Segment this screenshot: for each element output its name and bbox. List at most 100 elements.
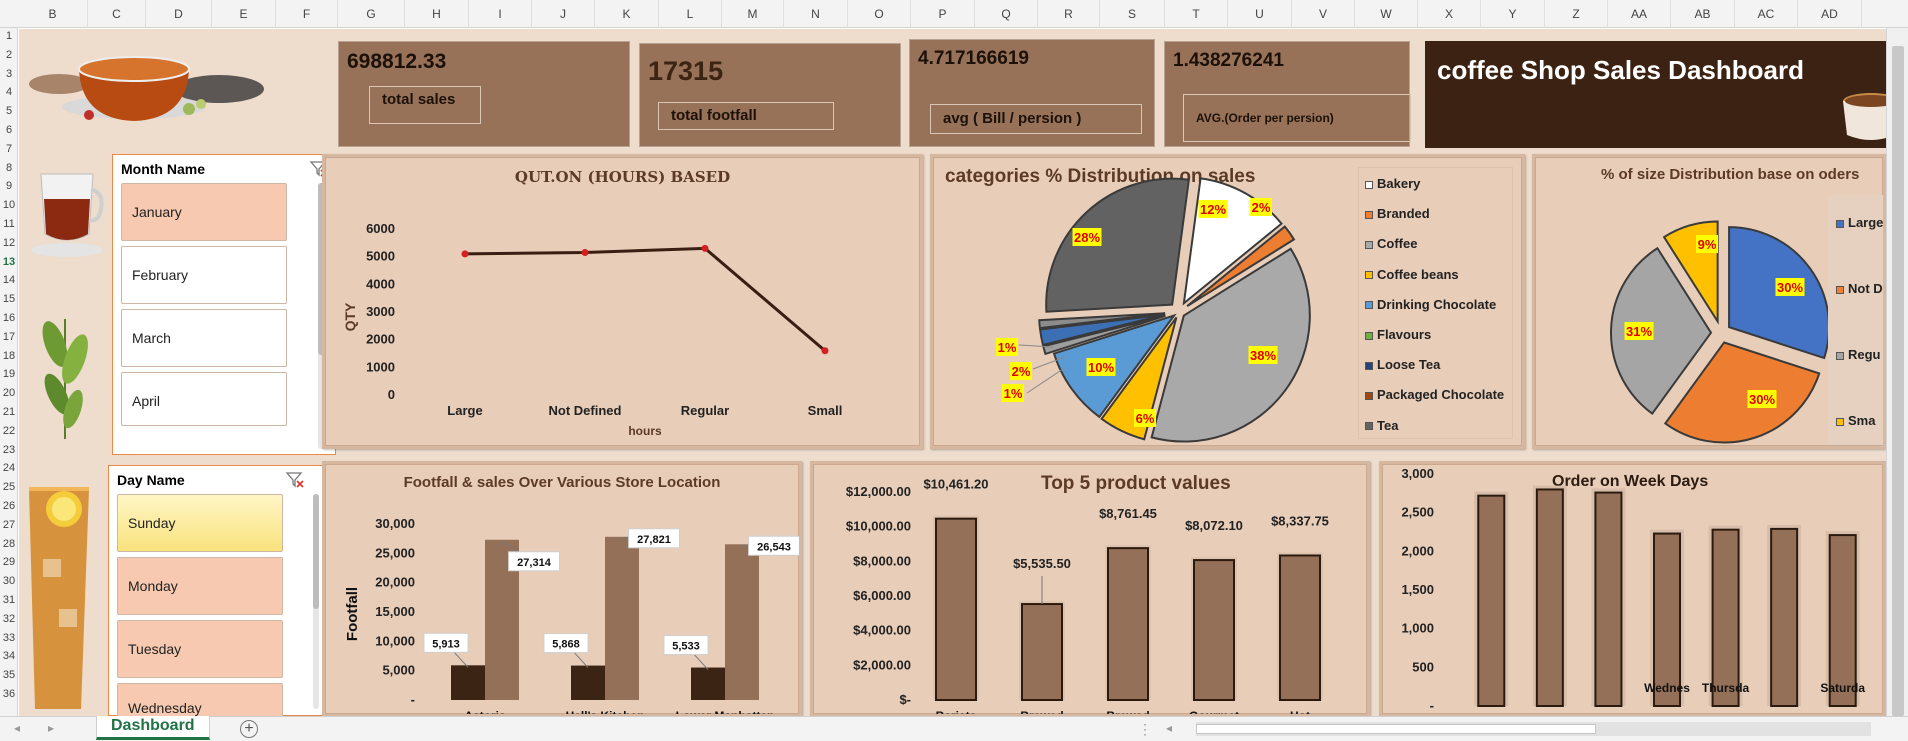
row-header[interactable]: 15 [0,293,18,305]
column-header[interactable]: Q [975,0,1038,28]
column-header[interactable]: T [1165,0,1228,28]
column-header[interactable]: U [1228,0,1292,28]
column-header[interactable]: D [146,0,212,28]
column-header[interactable]: X [1418,0,1481,28]
row-header[interactable]: 6 [0,124,18,136]
y-tick-label: 5,000 [382,663,415,678]
row-header[interactable]: 18 [0,350,18,362]
row-header[interactable]: 23 [0,444,18,456]
row-header[interactable]: 27 [0,519,18,531]
slicer-item-february[interactable]: February [121,246,287,304]
slicer-item-april[interactable]: April [121,372,287,426]
row-header[interactable]: 22 [0,425,18,437]
tab-split-handle[interactable]: ⋮ [1138,721,1152,738]
kpi-avg-order-label: AVG.(Order per persion) [1183,94,1411,142]
vertical-scrollbar[interactable] [1886,28,1908,716]
column-header[interactable]: R [1038,0,1100,28]
weekday-bar [1477,494,1506,707]
row-header[interactable]: 3 [0,68,18,80]
row-header[interactable]: 33 [0,632,18,644]
row-header[interactable]: 29 [0,556,18,568]
weekday-bar [1770,527,1799,708]
row-header[interactable]: 31 [0,594,18,606]
row-header[interactable]: 26 [0,500,18,512]
product-bar [935,517,977,702]
column-header[interactable]: N [784,0,848,28]
y-tick-label: 6000 [366,221,395,236]
sheet-tab-dashboard[interactable]: Dashboard [96,716,210,740]
column-header[interactable]: AC [1735,0,1798,28]
column-header[interactable]: K [595,0,659,28]
add-sheet-icon[interactable]: + [240,720,258,738]
row-header[interactable]: 1 [0,30,18,42]
column-header[interactable]: L [659,0,722,28]
row-header[interactable]: 21 [0,406,18,418]
data-label: 12% [1200,202,1226,217]
row-header[interactable]: 17 [0,331,18,343]
row-header[interactable]: 8 [0,162,18,174]
column-header[interactable]: Z [1545,0,1608,28]
row-header[interactable]: 4 [0,86,18,98]
scroll-left-icon[interactable]: ◂ [1166,721,1172,735]
row-header[interactable]: 9 [0,180,18,192]
prev-sheet-icon[interactable]: ◂ [14,721,20,735]
column-header[interactable]: O [848,0,911,28]
data-label: 38% [1250,348,1276,363]
slicer-item-monday[interactable]: Monday [117,557,283,615]
column-header[interactable]: J [532,0,595,28]
row-header[interactable]: 13 [0,256,18,268]
row-header[interactable]: 35 [0,669,18,681]
column-header[interactable]: E [212,0,276,28]
row-header[interactable]: 11 [0,218,18,230]
row-header[interactable]: 36 [0,688,18,700]
column-header[interactable]: AA [1608,0,1671,28]
row-header[interactable]: 28 [0,538,18,550]
row-header[interactable]: 25 [0,481,18,493]
row-header[interactable]: 14 [0,274,18,286]
row-header[interactable]: 19 [0,368,18,380]
column-header[interactable]: V [1292,0,1355,28]
column-header[interactable]: P [911,0,975,28]
tea-cup-image [29,56,264,121]
dashboard-title-bar: coffee Shop Sales Dashboard [1425,41,1886,148]
column-header[interactable]: W [1355,0,1418,28]
column-header[interactable]: AB [1671,0,1735,28]
column-header[interactable]: G [338,0,405,28]
column-header[interactable]: M [722,0,784,28]
vertical-scroll-thumb[interactable] [1892,46,1904,716]
slicer-item-tuesday[interactable]: Tuesday [117,620,283,678]
next-sheet-icon[interactable]: ▸ [48,721,54,735]
row-header[interactable]: 32 [0,613,18,625]
column-header[interactable]: I [469,0,532,28]
row-header[interactable]: 20 [0,387,18,399]
legend-swatch [1836,219,1844,228]
row-header[interactable]: 16 [0,312,18,324]
y-tick-label: 4000 [366,276,395,291]
data-label: 1% [998,340,1017,355]
slicer-item-january[interactable]: January [121,183,287,241]
horizontal-scroll-thumb[interactable] [1196,724,1596,734]
column-header[interactable]: F [276,0,338,28]
column-header[interactable]: S [1100,0,1165,28]
clear-filter-icon[interactable] [285,471,305,489]
row-header[interactable]: 34 [0,650,18,662]
slicer-item-march[interactable]: March [121,309,287,367]
column-header[interactable]: H [405,0,469,28]
row-header[interactable]: 24 [0,462,18,474]
row-header[interactable]: 30 [0,575,18,587]
row-header[interactable]: 7 [0,143,18,155]
slicer-item-wednesday[interactable]: Wednesday [117,683,283,716]
column-header[interactable]: AD [1798,0,1862,28]
row-header[interactable]: 12 [0,237,18,249]
row-header[interactable]: 5 [0,105,18,117]
day-slicer-scrollbar[interactable] [313,494,319,709]
sales-bar [725,544,759,700]
row-header[interactable]: 10 [0,199,18,211]
column-header[interactable]: B [18,0,88,28]
slicer-item-sunday[interactable]: Sunday [117,494,283,552]
column-header[interactable]: C [88,0,146,28]
product-bar [1279,554,1321,701]
horizontal-scrollbar[interactable] [1196,722,1871,736]
row-header[interactable]: 2 [0,49,18,61]
column-header[interactable]: Y [1481,0,1545,28]
